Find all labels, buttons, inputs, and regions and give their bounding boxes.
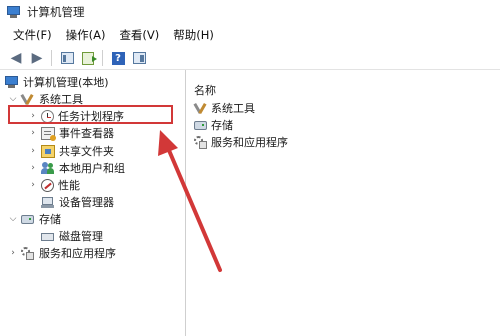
- storage-icon: [194, 119, 208, 132]
- column-header-name[interactable]: 名称: [194, 82, 216, 98]
- list-item-label: 服务和应用程序: [211, 136, 288, 149]
- title-bar: 计算机管理: [0, 0, 500, 24]
- list-item[interactable]: 系统工具: [193, 100, 255, 116]
- tree-item-label: 设备管理器: [59, 196, 114, 209]
- chevron-down-icon[interactable]: ⌵: [8, 214, 18, 224]
- show-hide-action-pane-button[interactable]: [129, 49, 149, 67]
- list-item[interactable]: 存储: [194, 117, 233, 133]
- storage-icon: [21, 213, 35, 226]
- computer-management-icon: [7, 5, 21, 19]
- shared-folder-icon: [41, 144, 55, 158]
- chevron-right-icon[interactable]: ›: [28, 180, 38, 190]
- device-manager-icon: [41, 196, 55, 209]
- result-pane: 名称 系统工具 存储 服务和应用程序: [186, 70, 500, 336]
- show-hide-console-tree-button[interactable]: [57, 49, 77, 67]
- tree-item-disk-management[interactable]: 磁盘管理: [38, 228, 103, 244]
- services-icon: [194, 135, 208, 149]
- export-list-button[interactable]: [78, 49, 98, 67]
- back-button[interactable]: ◀: [6, 49, 26, 67]
- toolbar-separator: [102, 50, 103, 66]
- menu-file[interactable]: 文件(F): [0, 27, 59, 43]
- chevron-down-icon[interactable]: ⌵: [8, 94, 18, 104]
- tree-item-local-users-groups[interactable]: › 本地用户和组: [28, 160, 125, 176]
- tree-item-shared-folders[interactable]: › 共享文件夹: [28, 143, 114, 159]
- tree-item-label: 存储: [39, 213, 61, 226]
- tree-item-computer-management[interactable]: 计算机管理(本地): [3, 74, 109, 90]
- menu-bar: 文件(F) 操作(A) 查看(V) 帮助(H): [0, 25, 500, 45]
- menu-view[interactable]: 查看(V): [112, 27, 166, 43]
- tree-item-event-viewer[interactable]: › 事件查看器: [28, 125, 114, 141]
- list-item-label: 系统工具: [211, 102, 255, 115]
- list-item-label: 存储: [211, 119, 233, 132]
- tree-item-device-manager[interactable]: 设备管理器: [38, 194, 114, 210]
- chevron-right-icon[interactable]: ›: [8, 248, 18, 258]
- show-hide-console-tree-icon: [60, 52, 74, 64]
- highlight-box: [8, 105, 173, 124]
- disk-icon: [41, 230, 55, 243]
- toolbar-separator: [51, 50, 52, 66]
- event-viewer-icon: [41, 126, 56, 141]
- chevron-right-icon[interactable]: ›: [28, 128, 38, 138]
- menu-help[interactable]: 帮助(H): [166, 27, 221, 43]
- tree-item-label: 计算机管理(本地): [23, 76, 109, 89]
- forward-button[interactable]: ▶: [27, 49, 47, 67]
- tree-item-label: 事件查看器: [59, 127, 114, 140]
- back-arrow-icon: ◀: [10, 50, 22, 66]
- tree-item-services-applications[interactable]: › 服务和应用程序: [8, 245, 116, 261]
- tree-item-storage[interactable]: ⌵ 存储: [8, 211, 61, 227]
- users-icon: [41, 161, 55, 175]
- toolbar: ◀ ▶ ?: [0, 47, 500, 70]
- show-hide-action-pane-icon: [132, 52, 146, 64]
- tree-item-performance[interactable]: › 性能: [28, 177, 80, 193]
- menu-action[interactable]: 操作(A): [59, 27, 113, 43]
- tools-icon: [20, 93, 35, 106]
- help-icon: ?: [111, 51, 125, 65]
- computer-management-icon: [5, 75, 19, 89]
- performance-icon: [41, 178, 54, 192]
- tree-item-label: 性能: [58, 179, 80, 192]
- tree-item-label: 磁盘管理: [59, 230, 103, 243]
- services-icon: [21, 246, 35, 260]
- export-list-icon: [82, 51, 97, 65]
- tools-icon: [193, 102, 208, 115]
- tree-item-label: 共享文件夹: [59, 145, 114, 158]
- forward-arrow-icon: ▶: [31, 50, 43, 66]
- help-button[interactable]: ?: [108, 49, 128, 67]
- chevron-right-icon[interactable]: ›: [28, 146, 38, 156]
- window-title: 计算机管理: [27, 5, 85, 19]
- tree-item-label: 本地用户和组: [59, 162, 125, 175]
- list-item[interactable]: 服务和应用程序: [194, 134, 288, 150]
- tree-item-label: 服务和应用程序: [39, 247, 116, 260]
- chevron-right-icon[interactable]: ›: [28, 163, 38, 173]
